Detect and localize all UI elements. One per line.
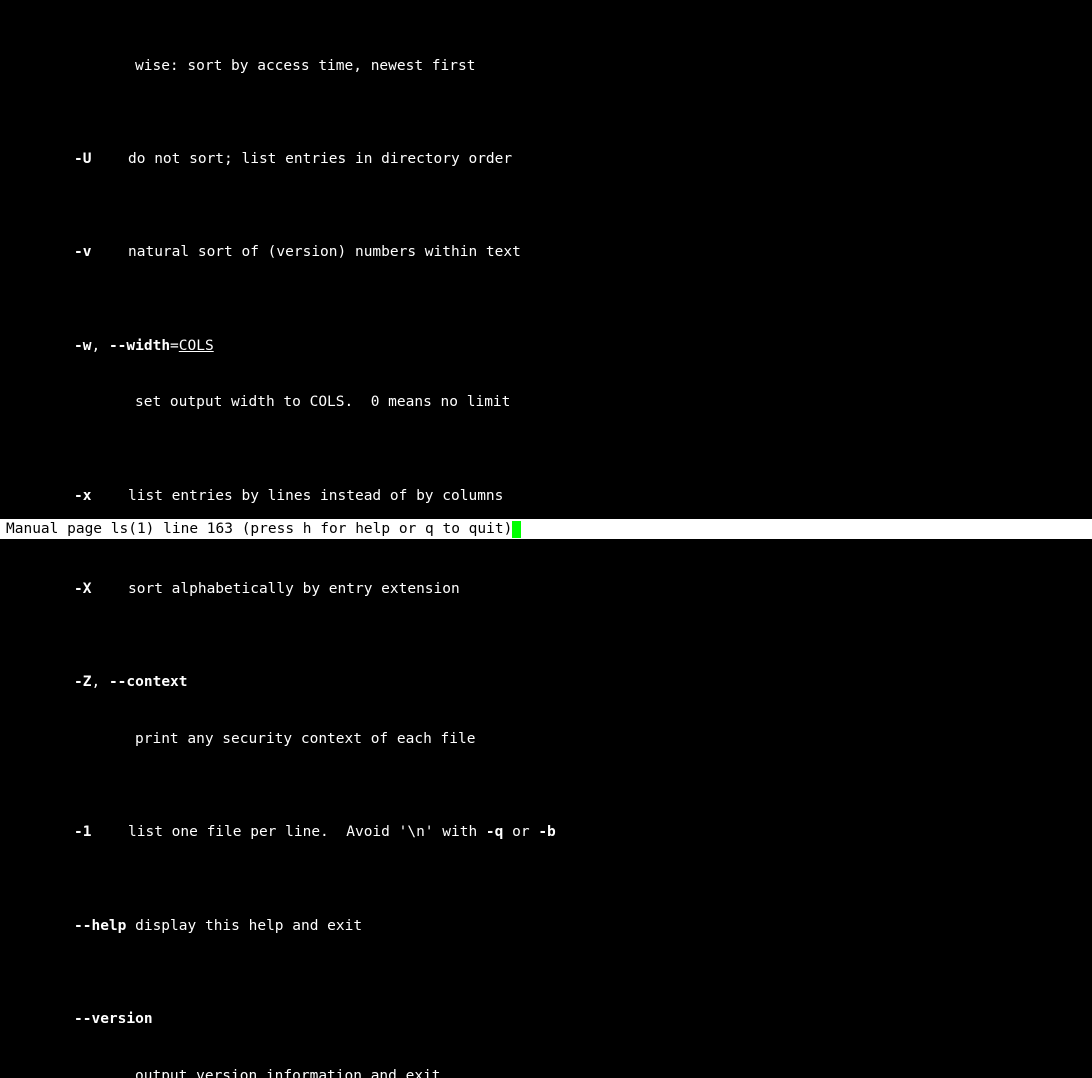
option-1: -1list one file per line. Avoid '\n' wit… <box>20 823 1080 842</box>
pager-status-text: Manual page ls(1) line 163 (press h for … <box>6 520 512 539</box>
option-Z: -Z, --context <box>20 673 1080 692</box>
option-flag-short: -Z <box>74 674 91 690</box>
option-ref-b: -b <box>538 824 555 840</box>
option-arg: COLS <box>179 338 214 354</box>
option-X: -Xsort alphabetically by entry extension <box>20 580 1080 599</box>
option-desc: natural sort of (version) numbers within… <box>128 244 521 260</box>
cursor <box>512 521 521 538</box>
pager-status-bar[interactable]: Manual page ls(1) line 163 (press h for … <box>0 519 1092 539</box>
option-w: -w, --width=COLS <box>20 337 1080 356</box>
option-eq: = <box>170 338 179 354</box>
option-v: -vnatural sort of (version) numbers with… <box>20 243 1080 262</box>
option-flag: --version <box>74 1011 153 1027</box>
option-sep: , <box>91 338 108 354</box>
option-x: -xlist entries by lines instead of by co… <box>20 487 1080 506</box>
option-flag: -X <box>74 580 128 599</box>
option-flag: --help <box>74 918 126 934</box>
manpage-content: wise: sort by access time, newest first … <box>0 0 1092 1078</box>
option-Z-desc: print any security context of each file <box>20 730 1080 749</box>
option-desc: list entries by lines instead of by colu… <box>128 488 503 504</box>
option-flag-short: -w <box>74 338 91 354</box>
option-desc: display this help and exit <box>126 918 362 934</box>
option-help: --help display this help and exit <box>20 917 1080 936</box>
option-version: --version <box>20 1010 1080 1029</box>
option-flag: -x <box>74 487 128 506</box>
option-desc-continuation: wise: sort by access time, newest first <box>20 57 1080 76</box>
option-desc: list one file per line. Avoid '\n' with … <box>128 824 556 840</box>
option-flag: -1 <box>74 823 128 842</box>
option-desc: do not sort; list entries in directory o… <box>128 151 512 167</box>
option-sep: , <box>91 674 108 690</box>
option-desc: sort alphabetically by entry extension <box>128 581 460 597</box>
option-ref-q: -q <box>486 824 503 840</box>
option-flag-long: --width <box>109 338 170 354</box>
option-flag: -U <box>74 150 128 169</box>
terminal-viewport[interactable]: wise: sort by access time, newest first … <box>0 0 1092 75</box>
option-flag-long: --context <box>109 674 188 690</box>
option-flag: -v <box>74 243 128 262</box>
option-U: -Udo not sort; list entries in directory… <box>20 150 1080 169</box>
option-w-desc: set output width to COLS. 0 means no lim… <box>20 393 1080 412</box>
option-version-desc: output version information and exit <box>20 1067 1080 1078</box>
